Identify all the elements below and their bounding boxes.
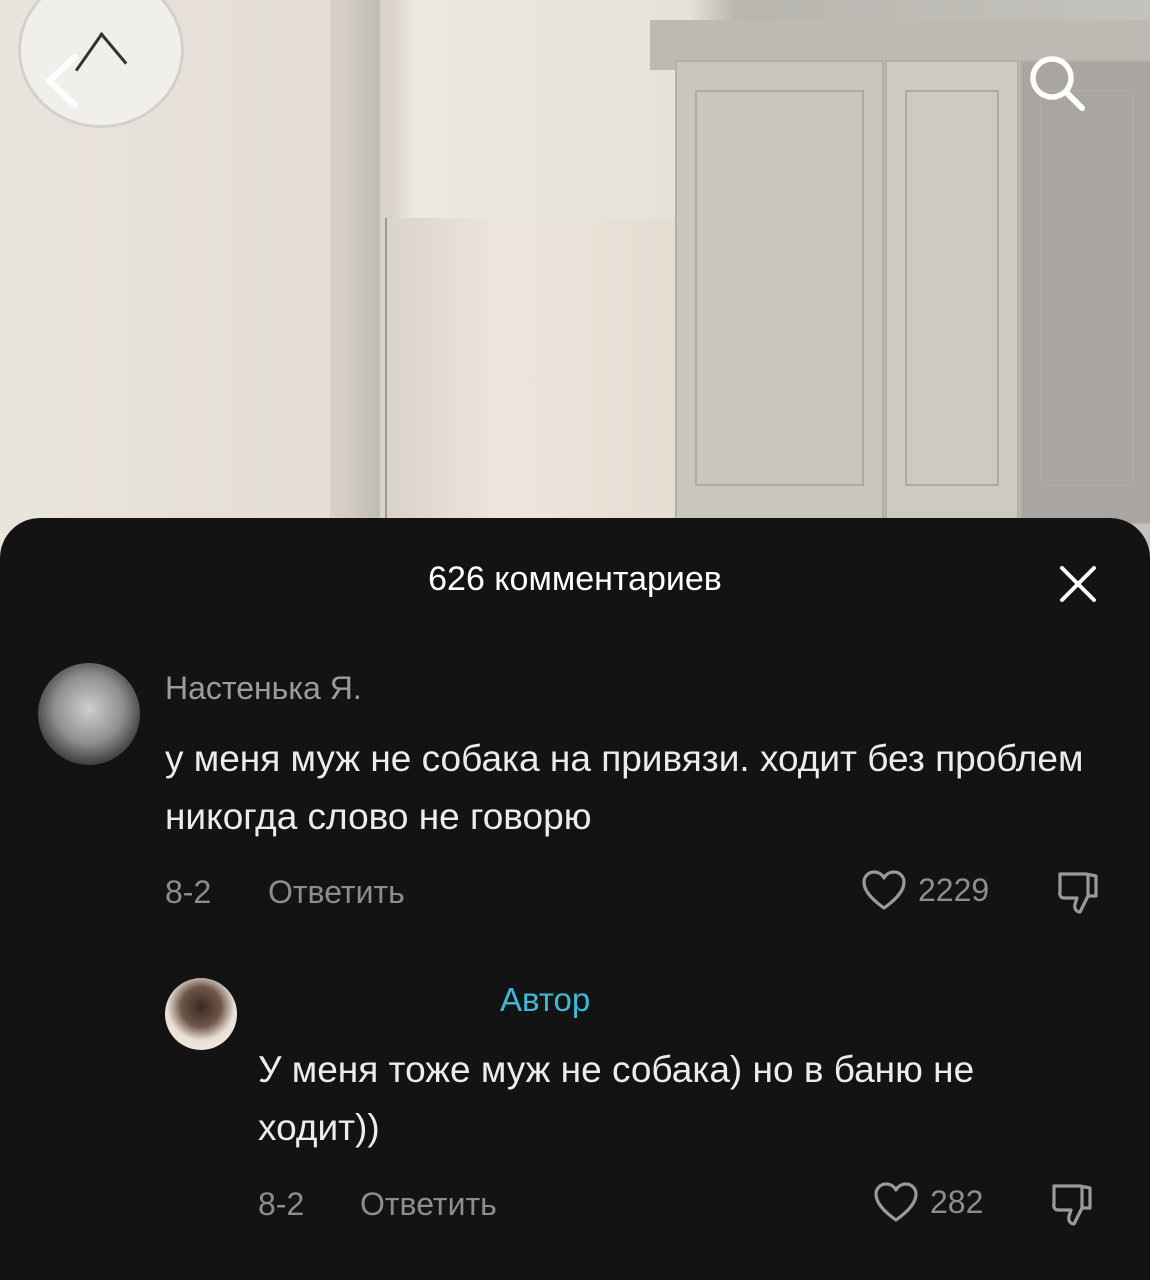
like-count: 2229 — [918, 871, 990, 908]
comments-count-title: 626 комментариев — [428, 560, 722, 598]
like-count: 282 — [930, 1183, 984, 1220]
reply-button[interactable]: Ответить — [268, 874, 405, 911]
wall-shadow — [330, 0, 380, 560]
comment-text: у меня муж не собака на привязи. ходит б… — [165, 738, 1084, 837]
comment-date: 8-2 — [258, 1186, 305, 1222]
cabinet-door — [1020, 60, 1150, 524]
avatar[interactable] — [165, 978, 237, 1050]
avatar[interactable] — [38, 663, 140, 765]
close-button[interactable] — [1050, 556, 1106, 612]
thumbs-down-icon — [1052, 1184, 1092, 1226]
reply-button[interactable]: Ответить — [360, 1186, 497, 1223]
cabinet-door — [675, 60, 884, 524]
search-icon — [1030, 56, 1085, 111]
cabinet-door — [885, 60, 1019, 524]
comments-sheet: 626 комментариев Настенька Я. у меня муж… — [0, 518, 1150, 1280]
heart-icon — [874, 1182, 918, 1222]
thumbs-down-icon — [1058, 872, 1098, 914]
fridge-image — [385, 218, 677, 538]
search-button[interactable] — [1022, 48, 1092, 118]
close-icon — [1060, 566, 1096, 602]
back-button[interactable] — [28, 46, 98, 116]
chevron-left-icon — [46, 54, 78, 108]
author-badge: Автор — [500, 981, 591, 1018]
like-button[interactable]: 282 — [872, 1180, 983, 1224]
dislike-button[interactable] — [1046, 1178, 1102, 1234]
heart-icon — [862, 870, 906, 910]
comment-date: 8-2 — [165, 874, 212, 910]
video-frame[interactable] — [0, 0, 1150, 560]
like-button[interactable]: 2229 — [860, 868, 989, 912]
dislike-button[interactable] — [1052, 866, 1108, 922]
comment-username[interactable]: Настенька Я. — [165, 670, 362, 707]
comment-text: У меня тоже муж не собака) но в баню не … — [258, 1049, 975, 1148]
